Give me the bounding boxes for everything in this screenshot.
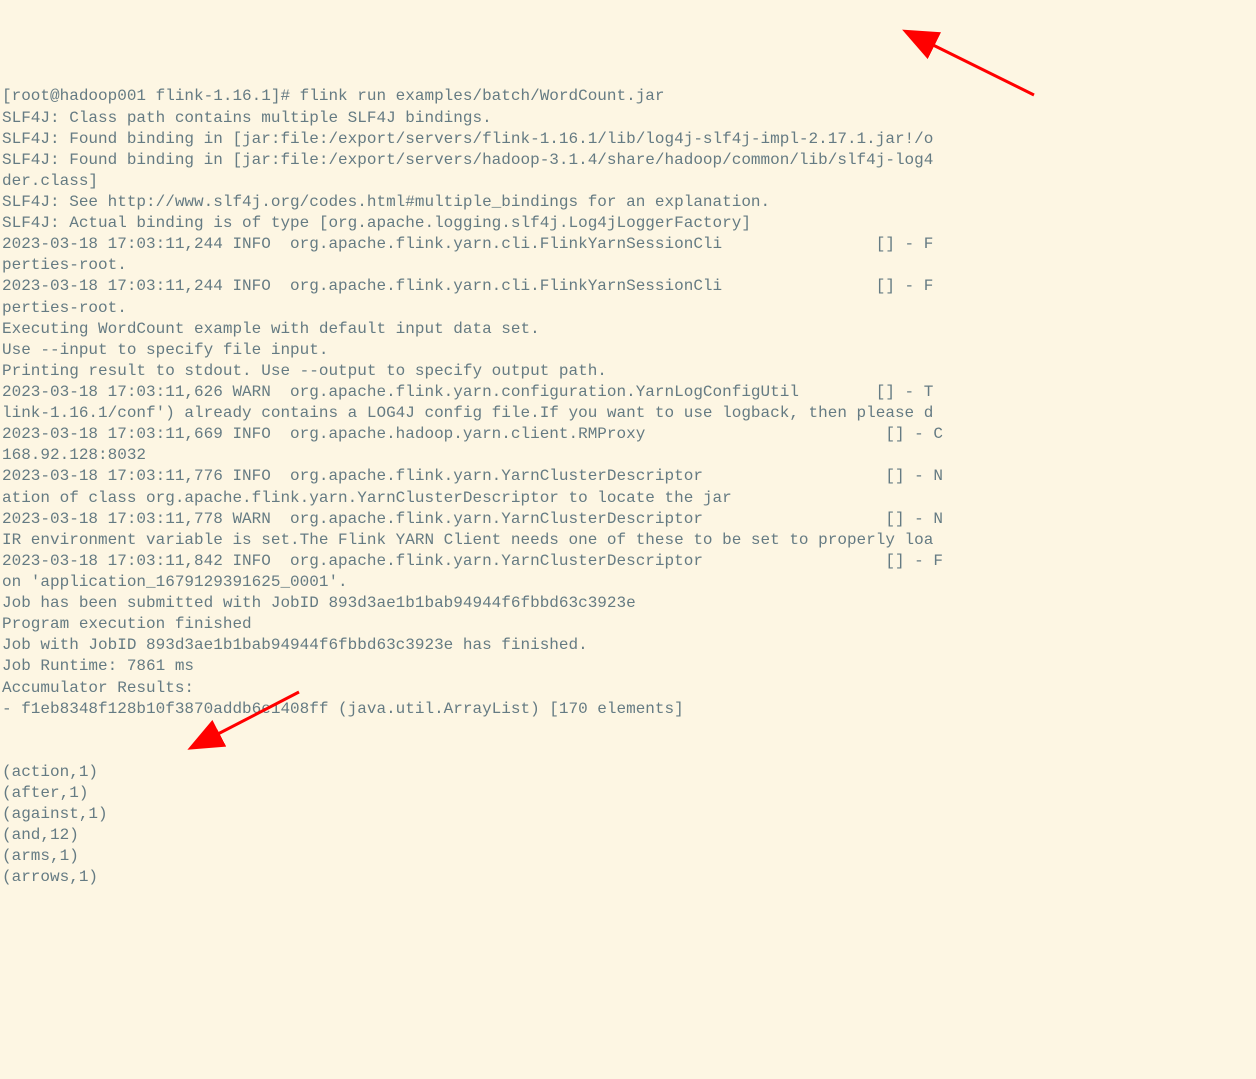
- terminal-line: - f1eb8348f128b10f3870addb6e1408ff (java…: [2, 699, 1254, 720]
- terminal-line: SLF4J: Found binding in [jar:file:/expor…: [2, 150, 1254, 171]
- terminal-output: [root@hadoop001 flink-1.16.1]# flink run…: [2, 86, 1254, 888]
- terminal-line: 2023-03-18 17:03:11,626 WARN org.apache.…: [2, 382, 1254, 403]
- terminal-line: [root@hadoop001 flink-1.16.1]# flink run…: [2, 86, 1254, 107]
- terminal-line: 168.92.128:8032: [2, 445, 1254, 466]
- terminal-line: (and,12): [2, 825, 1254, 846]
- terminal-line: perties-root.: [2, 298, 1254, 319]
- terminal-line: Use --input to specify file input.: [2, 340, 1254, 361]
- terminal-line: [2, 741, 1254, 762]
- terminal-line: SLF4J: Actual binding is of type [org.ap…: [2, 213, 1254, 234]
- terminal-line: 2023-03-18 17:03:11,669 INFO org.apache.…: [2, 424, 1254, 445]
- terminal-line: Job Runtime: 7861 ms: [2, 656, 1254, 677]
- terminal-line: IR environment variable is set.The Flink…: [2, 530, 1254, 551]
- terminal-line: SLF4J: Found binding in [jar:file:/expor…: [2, 129, 1254, 150]
- terminal-line: SLF4J: See http://www.slf4j.org/codes.ht…: [2, 192, 1254, 213]
- terminal-line: der.class]: [2, 171, 1254, 192]
- terminal-line: Program execution finished: [2, 614, 1254, 635]
- terminal-line: link-1.16.1/conf') already contains a LO…: [2, 403, 1254, 424]
- terminal-line: 2023-03-18 17:03:11,778 WARN org.apache.…: [2, 509, 1254, 530]
- terminal-line: Executing WordCount example with default…: [2, 319, 1254, 340]
- terminal-line: ation of class org.apache.flink.yarn.Yar…: [2, 488, 1254, 509]
- terminal-line: (arms,1): [2, 846, 1254, 867]
- terminal-line: Job has been submitted with JobID 893d3a…: [2, 593, 1254, 614]
- terminal-line: [2, 720, 1254, 741]
- terminal-line: 2023-03-18 17:03:11,842 INFO org.apache.…: [2, 551, 1254, 572]
- terminal-line: on 'application_1679129391625_0001'.: [2, 572, 1254, 593]
- terminal-line: perties-root.: [2, 255, 1254, 276]
- terminal-line: 2023-03-18 17:03:11,776 INFO org.apache.…: [2, 466, 1254, 487]
- terminal-line: Accumulator Results:: [2, 678, 1254, 699]
- terminal-line: 2023-03-18 17:03:11,244 INFO org.apache.…: [2, 234, 1254, 255]
- terminal-line: 2023-03-18 17:03:11,244 INFO org.apache.…: [2, 276, 1254, 297]
- terminal-line: (after,1): [2, 783, 1254, 804]
- terminal-line: (action,1): [2, 762, 1254, 783]
- terminal-line: Job with JobID 893d3ae1b1bab94944f6fbbd6…: [2, 635, 1254, 656]
- terminal-line: Printing result to stdout. Use --output …: [2, 361, 1254, 382]
- terminal-line: (arrows,1): [2, 867, 1254, 888]
- terminal-line: SLF4J: Class path contains multiple SLF4…: [2, 108, 1254, 129]
- terminal-line: (against,1): [2, 804, 1254, 825]
